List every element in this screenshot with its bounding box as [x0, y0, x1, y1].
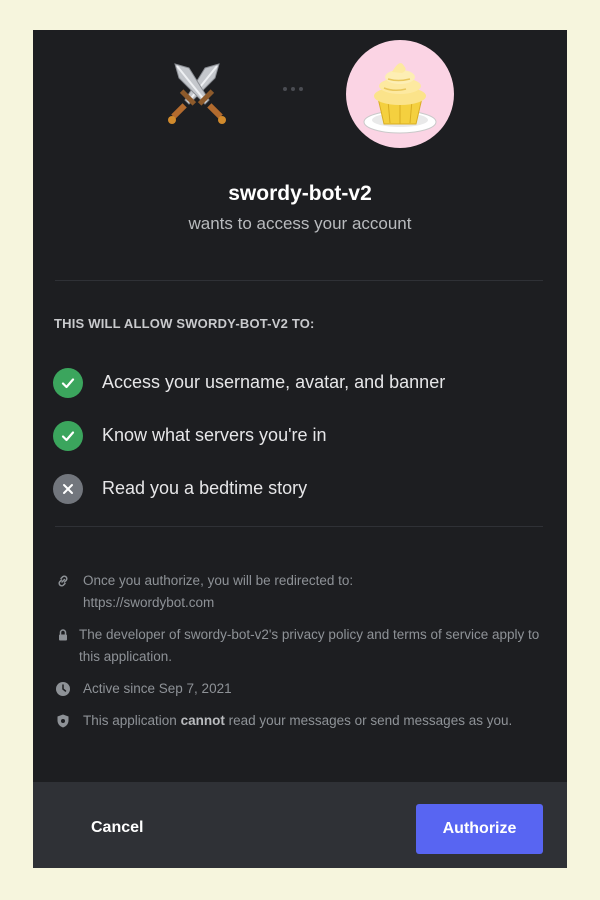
info-list: Once you authorize, you will be redirect… — [55, 570, 545, 732]
divider-top — [55, 280, 543, 281]
permission-item: Read you a bedtime story — [53, 462, 543, 515]
redirect-info: Once you authorize, you will be redirect… — [55, 570, 545, 614]
clock-icon — [56, 682, 70, 696]
permission-item: Access your username, avatar, and banner — [53, 356, 543, 409]
modal-footer: Cancel Authorize — [33, 782, 567, 868]
privacy-text: The developer of swordy-bot-v2's privacy… — [79, 627, 540, 664]
messages-text: This application cannot read your messag… — [83, 710, 512, 732]
divider-bottom — [55, 526, 543, 527]
permission-item: Know what servers you're in — [53, 409, 543, 462]
link-icon — [58, 575, 68, 587]
messages-bold: cannot — [180, 713, 225, 728]
permission-label: Read you a bedtime story — [102, 478, 308, 498]
active-since-text: Active since Sep 7, 2021 — [83, 681, 232, 696]
messages-prefix: This application — [83, 713, 181, 728]
check-icon — [53, 367, 83, 398]
permission-label: Know what servers you're in — [102, 425, 327, 445]
redirect-text: Once you authorize, you will be redirect… — [83, 573, 354, 588]
permission-label: Access your username, avatar, and banner — [102, 372, 446, 392]
lock-icon — [59, 629, 67, 641]
cupcake-avatar — [346, 40, 454, 148]
connection-dots — [283, 87, 303, 91]
messages-suffix: read your messages or send messages as y… — [224, 713, 513, 728]
oauth-modal: swordy-bot-v2 wants to access your accou… — [33, 30, 567, 868]
crossed-swords-icon — [168, 63, 226, 124]
messages-info: This application cannot read your messag… — [55, 710, 545, 732]
app-name: swordy-bot-v2 — [228, 182, 372, 205]
cancel-button[interactable]: Cancel — [69, 808, 159, 848]
active-info: Active since Sep 7, 2021 — [55, 678, 545, 700]
permissions-list: Access your username, avatar, and banner… — [53, 356, 543, 515]
privacy-info: The developer of swordy-bot-v2's privacy… — [55, 624, 545, 668]
authorize-button[interactable]: Authorize — [416, 804, 543, 854]
x-icon — [53, 473, 83, 504]
check-icon — [53, 420, 83, 451]
redirect-url: https://swordybot.com — [83, 595, 215, 610]
shield-icon — [57, 714, 69, 728]
header-icons — [33, 30, 567, 170]
access-subtitle: wants to access your account — [188, 214, 412, 233]
permissions-heading: THIS WILL ALLOW SWORDY-BOT-V2 TO: — [54, 316, 315, 331]
